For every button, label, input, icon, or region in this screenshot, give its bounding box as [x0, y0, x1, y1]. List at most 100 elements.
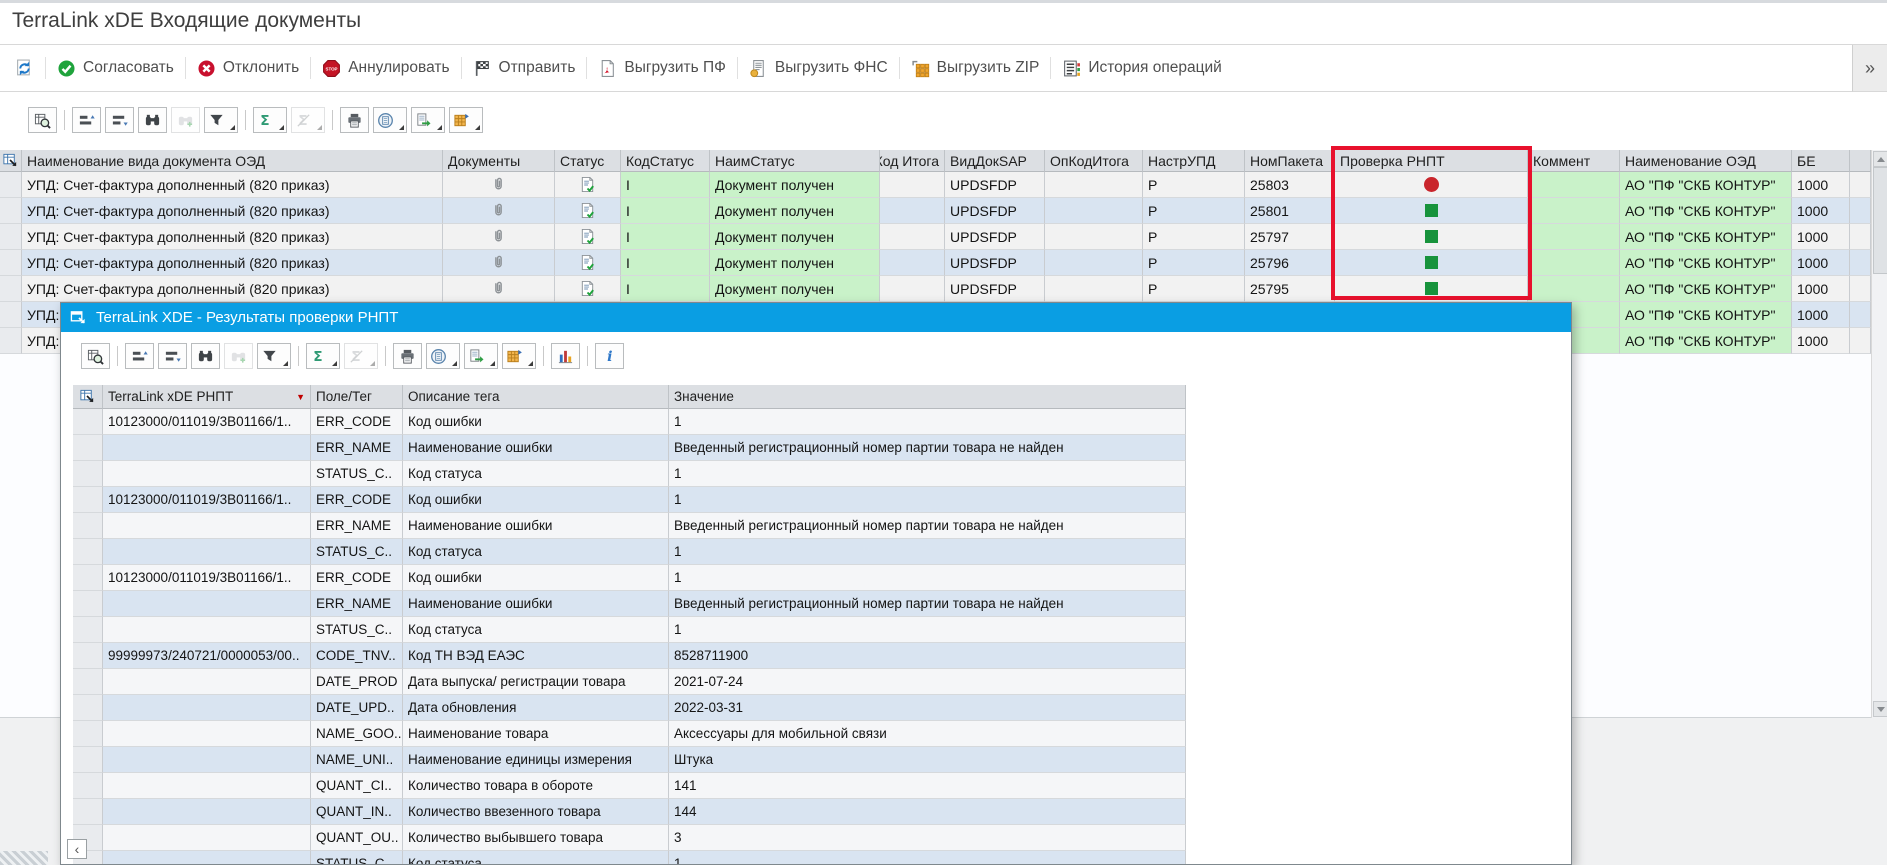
scroll-down-button[interactable] [1873, 701, 1887, 717]
annul-button[interactable]: STOPАннулировать [313, 55, 458, 82]
cell-status[interactable] [555, 172, 621, 198]
info-button[interactable]: i [595, 343, 624, 369]
print-preview-button[interactable] [426, 343, 460, 369]
cell-org: АО "ПФ "СКБ КОНТУР" [1620, 250, 1792, 276]
column-header-docs[interactable]: Документы [443, 150, 555, 172]
popup-table-row[interactable]: STATUS_C..Код статуса1 [73, 851, 1186, 865]
popup-table-row[interactable]: QUANT_OU..Количество выбывшего товара3 [73, 825, 1186, 851]
popup-table-row[interactable]: ERR_NAMEНаименование ошибкиВведенный рег… [73, 591, 1186, 617]
history-button[interactable]: История операций [1053, 55, 1230, 82]
column-header-pkg[interactable]: НомПакета [1245, 150, 1335, 172]
popup-cell-field: ERR_CODE [311, 565, 403, 591]
column-header-sel[interactable] [0, 150, 22, 172]
cell-opcode [1045, 198, 1143, 224]
print-preview-button[interactable] [373, 107, 407, 133]
table-row[interactable]: УПД: Счет-фактура дополненный (820 прика… [0, 198, 1871, 224]
column-header-opcode[interactable]: ОпКодИтога [1045, 150, 1143, 172]
layout-button[interactable] [449, 107, 483, 133]
popup-table-row[interactable]: NAME_UNI..Наименование единицы измерения… [73, 747, 1186, 773]
column-header-status[interactable]: Статус [555, 150, 621, 172]
subtotal-button[interactable]: Σ [344, 343, 378, 369]
subtotal-button[interactable]: Σ [291, 107, 325, 133]
filter-button[interactable] [204, 107, 238, 133]
find-button[interactable] [138, 107, 167, 133]
table-row[interactable]: УПД: Счет-фактура дополненный (820 прика… [0, 250, 1871, 276]
popup-hscroll-left-button[interactable]: ‹ [67, 839, 87, 859]
cell-docs[interactable] [443, 276, 555, 302]
popup-table-row[interactable]: 99999973/240721/0000053/00..CODE_TNV..Ко… [73, 643, 1186, 669]
cell-status[interactable] [555, 198, 621, 224]
column-header-name[interactable]: Наименование вида документа ОЭД [22, 150, 443, 172]
popup-table-row[interactable]: QUANT_CI..Количество товара в обороте141 [73, 773, 1186, 799]
approve-button[interactable]: Согласовать [48, 55, 183, 82]
refresh-button[interactable] [6, 55, 43, 82]
popup-table-row[interactable]: DATE_UPD..Дата обновления2022-03-31 [73, 695, 1186, 721]
send-button[interactable]: Отправить [464, 55, 585, 82]
sort-asc-button[interactable] [125, 343, 154, 369]
print-button[interactable] [340, 107, 369, 133]
popup-cell-desc: Наименование ошибки [403, 513, 669, 539]
export-zip-button[interactable]: Выгрузить ZIP [902, 55, 1049, 82]
sort-asc-button[interactable] [72, 107, 101, 133]
popup-column-header-value[interactable]: Значение [669, 385, 1186, 409]
popup-table-row[interactable]: QUANT_IN..Количество ввезенного товара14… [73, 799, 1186, 825]
popup-column-header-desc[interactable]: Описание тега [403, 385, 669, 409]
scrollbar-thumb[interactable] [1873, 167, 1887, 274]
column-header-org[interactable]: Наименование ОЭД [1620, 150, 1792, 172]
popup-table-row[interactable]: NAME_GOO..Наименование товараАксессуары … [73, 721, 1186, 747]
popup-table-row[interactable]: ERR_NAMEНаименование ошибкиВведенный рег… [73, 513, 1186, 539]
popup-table-row[interactable]: 10123000/011019/3В01166/1..ERR_CODEКод о… [73, 409, 1186, 435]
cell-status[interactable] [555, 224, 621, 250]
cell-status[interactable] [555, 250, 621, 276]
popup-table-row[interactable]: 10123000/011019/3В01166/1..ERR_CODEКод о… [73, 487, 1186, 513]
find-button[interactable] [191, 343, 220, 369]
export-pf-button[interactable]: Выгрузить ПФ [589, 55, 735, 82]
popup-table-row[interactable]: STATUS_C..Код статуса1 [73, 461, 1186, 487]
popup-table-row[interactable]: ERR_NAMEНаименование ошибкиВведенный рег… [73, 435, 1186, 461]
cell-docs[interactable] [443, 198, 555, 224]
filter-button[interactable] [257, 343, 291, 369]
sum-button[interactable]: Σ [306, 343, 340, 369]
popup-table-row[interactable]: DATE_PRODДата выпуска/ регистрации товар… [73, 669, 1186, 695]
print-button[interactable] [393, 343, 422, 369]
scroll-up-button[interactable] [1873, 151, 1887, 167]
chart-button[interactable] [551, 343, 580, 369]
column-header-nastr[interactable]: НастрУПД [1143, 150, 1245, 172]
cell-docs[interactable] [443, 172, 555, 198]
dialog-title-bar[interactable]: TerraLink XDE - Результаты проверки РНПТ [61, 303, 1571, 332]
column-header-be[interactable]: БЕ [1792, 150, 1850, 172]
find-next-button[interactable] [171, 107, 200, 133]
sort-desc-button[interactable] [158, 343, 187, 369]
popup-table-row[interactable]: STATUS_C..Код статуса1 [73, 539, 1186, 565]
popup-column-header-sel[interactable] [73, 385, 103, 409]
table-row[interactable]: УПД: Счет-фактура дополненный (820 прика… [0, 276, 1871, 302]
export-button[interactable] [411, 107, 445, 133]
cell-status[interactable] [555, 276, 621, 302]
sort-desc-button[interactable] [105, 107, 134, 133]
table-row[interactable]: УПД: Счет-фактура дополненный (820 прика… [0, 172, 1871, 198]
column-header-result[interactable]: Код Итога [880, 150, 945, 172]
export-button[interactable] [464, 343, 498, 369]
export-fns-button[interactable]: Выгрузить ФНС [740, 55, 897, 82]
popup-column-header-key[interactable]: TerraLink xDE РНПТ▼ [103, 385, 311, 409]
vertical-scrollbar[interactable] [1871, 150, 1887, 718]
column-header-sname[interactable]: НаимСтатус [710, 150, 880, 172]
popup-column-header-field[interactable]: Поле/Тег [311, 385, 403, 409]
popup-table-row[interactable]: 10123000/011019/3В01166/1..ERR_CODEКод о… [73, 565, 1186, 591]
column-header-code[interactable]: КодСтатус [621, 150, 710, 172]
find-next-button[interactable] [224, 343, 253, 369]
popup-table-row[interactable]: STATUS_C..Код статуса1 [73, 617, 1186, 643]
column-header-filler[interactable] [1850, 150, 1871, 172]
table-row[interactable]: УПД: Счет-фактура дополненный (820 прика… [0, 224, 1871, 250]
column-header-dtype[interactable]: ВидДокSAP [945, 150, 1045, 172]
column-header-comment[interactable]: Коммент [1528, 150, 1620, 172]
cell-docs[interactable] [443, 250, 555, 276]
layout-button[interactable] [502, 343, 536, 369]
reject-button[interactable]: Отклонить [188, 55, 308, 82]
hscrollbar-track[interactable] [0, 851, 48, 865]
sum-button[interactable]: Σ [253, 107, 287, 133]
toolbar-overflow-button[interactable]: » [1852, 45, 1887, 92]
details-button[interactable] [28, 107, 57, 133]
cell-docs[interactable] [443, 224, 555, 250]
details-button[interactable] [81, 343, 110, 369]
